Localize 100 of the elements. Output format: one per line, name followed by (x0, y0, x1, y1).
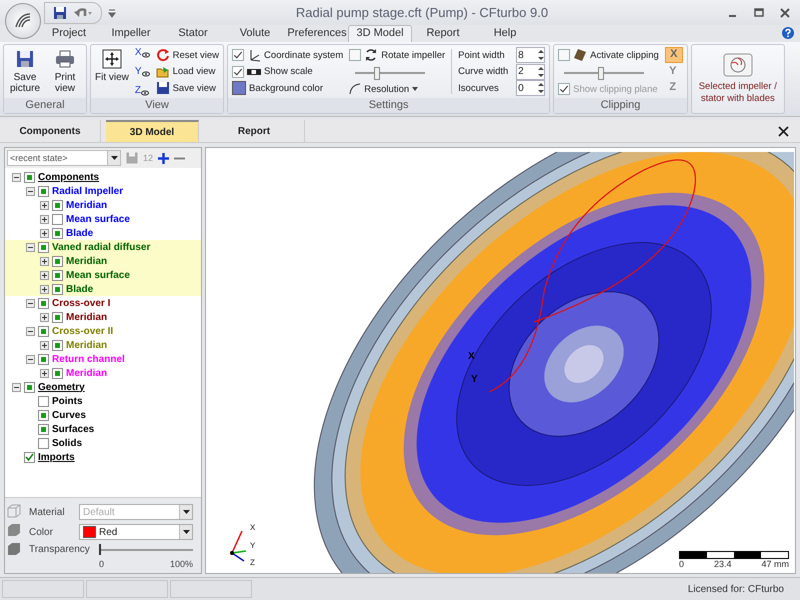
tree-item[interactable]: Geometry (38, 382, 85, 392)
checkbox[interactable] (232, 66, 244, 78)
tree-item[interactable]: Points (52, 396, 83, 406)
dropdown-arrow-icon[interactable] (110, 156, 118, 160)
panel-tab[interactable]: Components (0, 120, 101, 142)
save-icon[interactable] (53, 6, 67, 20)
recent-state-dropdown[interactable]: <recent state> (7, 150, 121, 166)
collapse-toggle[interactable] (26, 186, 35, 196)
tree-item[interactable]: Blade (66, 228, 94, 238)
add-icon[interactable] (158, 152, 170, 164)
ribbon-button[interactable]: Save picture (8, 47, 42, 96)
spinner-field[interactable]: 8 (516, 47, 546, 63)
tree-item[interactable]: Meridian (66, 312, 108, 322)
slider-thumb[interactable] (598, 66, 604, 80)
checkbox[interactable] (52, 214, 63, 224)
slider-thumb[interactable] (374, 66, 380, 80)
expand-toggle[interactable] (40, 312, 49, 322)
solid-cube-icon[interactable] (7, 542, 21, 556)
background-color-button[interactable]: Background color (232, 81, 344, 95)
axis-view-button[interactable]: Y (134, 66, 150, 77)
app-menu-button[interactable] (5, 3, 41, 39)
checkbox[interactable] (38, 242, 49, 252)
checkbox[interactable] (52, 312, 63, 322)
axis-view-button[interactable]: Z (134, 85, 150, 96)
checkbox[interactable] (24, 172, 35, 182)
tree-item[interactable]: Vaned radial diffuser (52, 242, 150, 252)
expand-toggle[interactable] (40, 368, 49, 378)
ribbon-tab[interactable]: Report (412, 26, 474, 42)
axis-view-button[interactable]: X (134, 47, 150, 58)
close-icon[interactable] (780, 8, 790, 18)
checkbox[interactable] (52, 228, 63, 238)
ribbon-tab[interactable]: Volute (224, 26, 286, 42)
checkbox[interactable] (52, 270, 63, 280)
checkbox[interactable] (52, 256, 63, 266)
collapse-toggle[interactable] (26, 242, 35, 252)
remove-icon[interactable] (174, 156, 186, 160)
solid-cube-icon[interactable] (7, 523, 21, 537)
clip-axis-button[interactable]: X (664, 47, 683, 63)
spin-arrows-icon[interactable] (538, 66, 544, 78)
tree-item[interactable]: Components (38, 172, 100, 182)
checkbox[interactable] (232, 49, 244, 61)
tree-item[interactable]: Cross-over I (52, 298, 110, 308)
ribbon-button[interactable]: Print view (48, 47, 82, 96)
collapse-toggle[interactable] (26, 354, 35, 364)
expand-toggle[interactable] (40, 214, 49, 224)
collapse-toggle[interactable] (26, 326, 35, 336)
undo-icon[interactable] (73, 6, 93, 20)
spin-arrows-icon[interactable] (538, 82, 544, 94)
checkbox[interactable] (52, 368, 63, 378)
expand-toggle[interactable] (40, 200, 49, 210)
tree-item[interactable]: Mean surface (66, 214, 130, 224)
ribbon-button[interactable]: Save view (156, 81, 220, 95)
tree-item[interactable]: Blade (66, 284, 94, 294)
checkbox[interactable] (38, 410, 49, 420)
color-dropdown[interactable]: Red (79, 524, 193, 540)
checkbox[interactable] (38, 354, 49, 364)
collapse-toggle[interactable] (12, 382, 21, 392)
tree-item[interactable]: Radial Impeller (52, 186, 124, 196)
dropdown-arrow-icon[interactable] (182, 530, 190, 534)
fit-view-button[interactable]: Fit view (95, 47, 129, 96)
tree-item[interactable]: Meridian (66, 200, 108, 210)
tree-item[interactable]: Curves (52, 410, 86, 420)
expand-toggle[interactable] (40, 284, 49, 294)
close-icon[interactable] (778, 126, 789, 137)
ribbon-tab[interactable]: Impeller (100, 26, 162, 42)
expand-toggle[interactable] (40, 228, 49, 238)
ribbon-button[interactable]: Load view (156, 64, 220, 78)
tree-item[interactable]: Surfaces (52, 424, 94, 434)
tree-item[interactable]: Mean surface (66, 270, 130, 280)
ribbon-tab[interactable]: 3D Model (348, 25, 412, 42)
checkbox[interactable] (38, 298, 49, 308)
spinner-field[interactable]: 0 (516, 80, 546, 96)
tree-item[interactable]: Imports (38, 452, 75, 462)
resolution-dropdown[interactable]: Resolution (349, 83, 446, 95)
panel-tab[interactable]: Report (204, 120, 305, 142)
checkbox[interactable] (38, 186, 49, 196)
ribbon-button[interactable]: Reset view (156, 48, 220, 62)
checkbox[interactable] (38, 326, 49, 336)
ribbon-tab[interactable]: Project (38, 26, 100, 42)
tree-item[interactable]: Meridian (66, 256, 108, 266)
ribbon-tab[interactable]: Help (474, 26, 536, 42)
ribbon-tab[interactable]: Stator (162, 26, 224, 42)
checkbox[interactable] (24, 452, 35, 462)
checkbox[interactable] (38, 438, 49, 448)
checkbox[interactable] (349, 49, 362, 61)
expand-toggle[interactable] (40, 340, 49, 350)
checkbox[interactable] (24, 382, 35, 392)
collapse-toggle[interactable] (12, 172, 21, 182)
maximize-icon[interactable] (754, 8, 764, 18)
collapse-toggle[interactable] (26, 298, 35, 308)
ribbon-tab[interactable]: Preferences (286, 26, 348, 42)
checkbox[interactable] (52, 284, 63, 294)
tree-item[interactable]: Cross-over II (52, 326, 114, 336)
checkbox[interactable] (38, 424, 49, 434)
3d-viewport[interactable]: X Y X Y Z 0 23.4 47 mm (205, 147, 796, 574)
checkbox[interactable] (558, 49, 570, 61)
panel-tab[interactable]: 3D Model (106, 120, 199, 142)
checkbox[interactable] (52, 340, 63, 350)
checkbox[interactable] (38, 396, 49, 406)
expand-toggle[interactable] (40, 270, 49, 280)
